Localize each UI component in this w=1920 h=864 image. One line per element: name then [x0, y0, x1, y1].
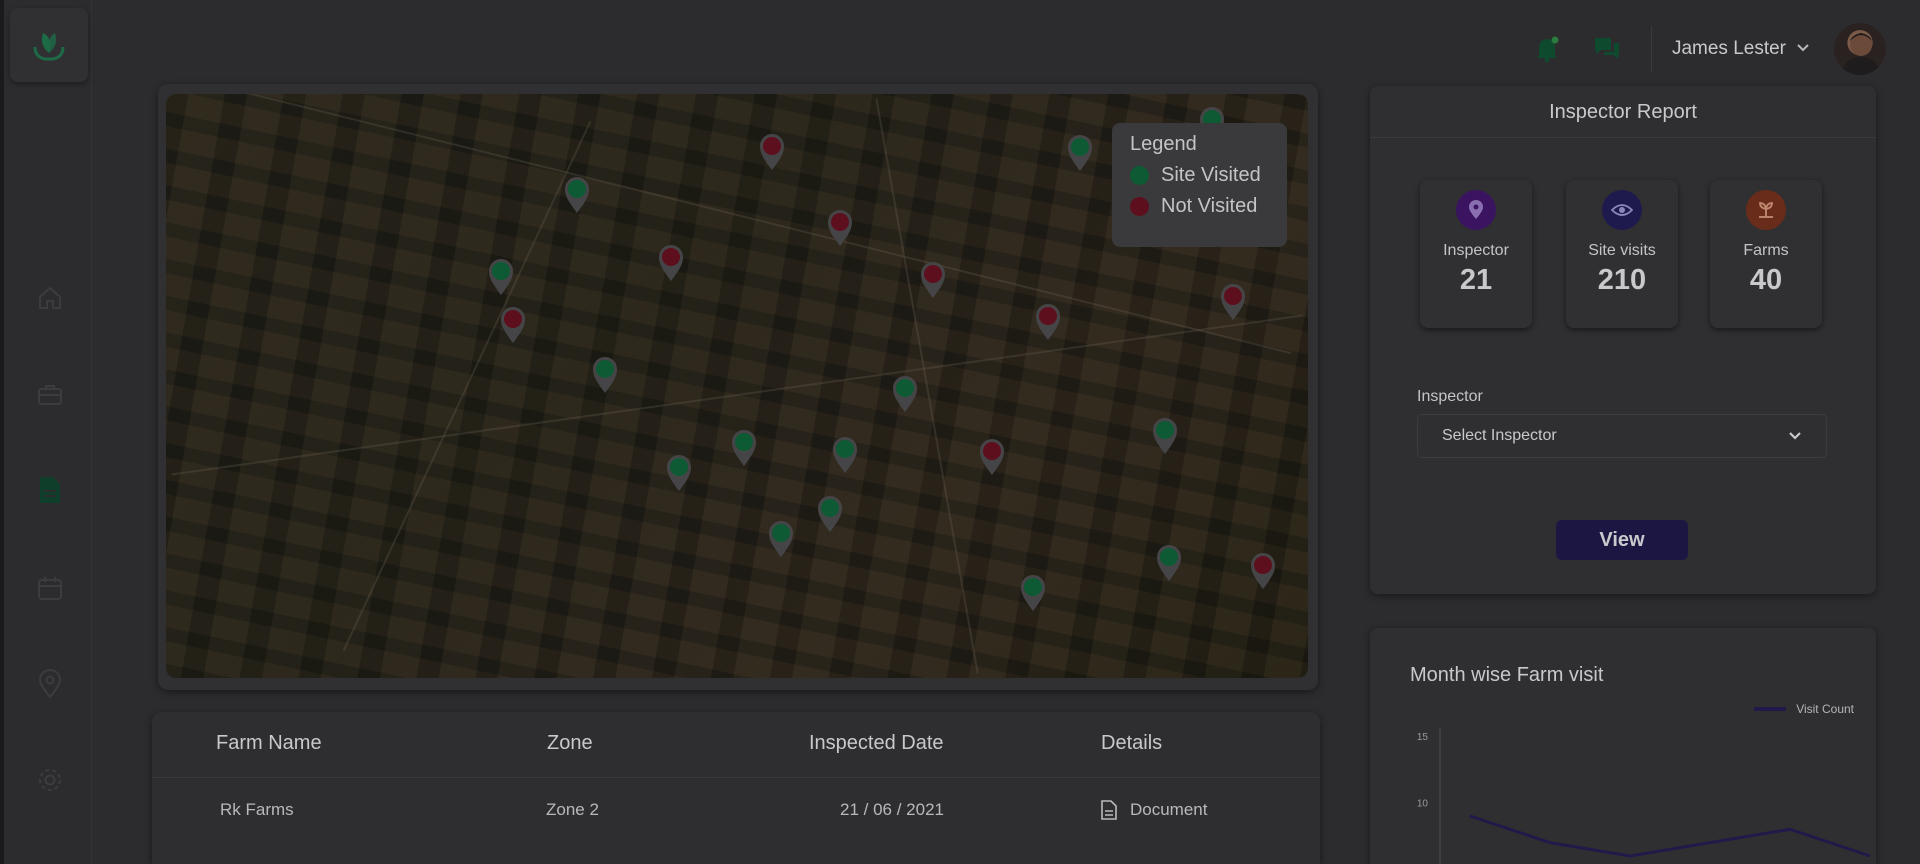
- not-visited-pin-icon[interactable]: [825, 207, 855, 247]
- sidebar: [0, 0, 92, 864]
- legend-not-visited-label: Not Visited: [1161, 195, 1258, 217]
- stat-value: 21: [1459, 264, 1493, 296]
- visited-pin-icon[interactable]: [815, 493, 845, 533]
- legend-item-not-visited: Not Visited: [1130, 195, 1269, 218]
- stat-card-site-visits: Site visits 210: [1566, 180, 1678, 328]
- user-name[interactable]: James Lester: [1672, 38, 1786, 60]
- settings-icon[interactable]: [32, 762, 68, 798]
- not-visited-pin-icon[interactable]: [918, 259, 948, 299]
- cell-date: 21 / 06 / 2021: [840, 800, 944, 819]
- visited-pin-icon[interactable]: [486, 256, 516, 296]
- briefcase-icon[interactable]: [32, 376, 68, 412]
- map-road: [342, 120, 592, 652]
- calendar-icon[interactable]: [32, 570, 68, 606]
- inspector-select[interactable]: Select Inspector: [1417, 414, 1827, 458]
- chevron-down-icon[interactable]: [1796, 40, 1810, 58]
- not-visited-pin-icon[interactable]: [1033, 301, 1063, 341]
- stat-value: 210: [1597, 264, 1647, 296]
- visited-pin-icon[interactable]: [1150, 415, 1180, 455]
- select-value: Select Inspector: [1442, 427, 1557, 444]
- visited-pin-icon[interactable]: [729, 427, 759, 467]
- stat-card-farms: Farms 40: [1710, 180, 1822, 328]
- not-visited-pin-icon[interactable]: [498, 304, 528, 344]
- cell-details: Document: [1130, 800, 1208, 819]
- y-tick-label: 10: [1417, 799, 1429, 810]
- not-visited-pin-icon[interactable]: [1248, 550, 1278, 590]
- chat-icon[interactable]: [1591, 33, 1623, 65]
- not-visited-pin-icon[interactable]: [977, 436, 1007, 476]
- inspection-table: Farm Name Zone Inspected Date Details Rk…: [152, 712, 1320, 864]
- view-button[interactable]: View: [1556, 520, 1688, 560]
- file-icon: [1101, 800, 1117, 820]
- visited-pin-icon[interactable]: [1065, 132, 1095, 172]
- eye-icon: [1602, 190, 1642, 230]
- col-zone: Zone: [547, 732, 593, 754]
- series-line: [1469, 814, 1871, 858]
- visited-pin-icon[interactable]: [890, 373, 920, 413]
- table-header: Farm Name Zone Inspected Date Details: [152, 712, 1320, 778]
- stat-label: Inspector: [1443, 242, 1509, 259]
- stat-label: Farms: [1743, 242, 1789, 259]
- document-link[interactable]: Document: [1100, 800, 1207, 820]
- legend-item-visited: Site Visited: [1130, 164, 1269, 187]
- leaf-hands-icon: [33, 33, 65, 61]
- month-visit-chart-card: Month wise Farm visit Visit Count 15 10: [1370, 628, 1876, 864]
- col-details: Details: [1101, 732, 1163, 754]
- y-tick-label: 15: [1417, 732, 1429, 743]
- legend-visited-label: Site Visited: [1161, 164, 1261, 186]
- stat-label: Site visits: [1588, 242, 1656, 259]
- home-icon[interactable]: [32, 280, 68, 316]
- visited-pin-icon[interactable]: [1154, 542, 1184, 582]
- document-icon[interactable]: [32, 472, 68, 508]
- report-title: Inspector Report: [1549, 101, 1697, 123]
- visited-pin-icon[interactable]: [766, 518, 796, 558]
- chevron-down-icon: [1789, 432, 1801, 440]
- not-visited-pin-icon[interactable]: [757, 131, 787, 171]
- bell-icon[interactable]: [1531, 33, 1563, 65]
- map-legend: Legend Site Visited Not Visited: [1112, 123, 1287, 247]
- visited-pin-icon[interactable]: [590, 354, 620, 394]
- visited-dot-icon: [1130, 166, 1149, 185]
- report-header: Inspector Report: [1370, 86, 1876, 138]
- pin-icon: [1456, 190, 1496, 230]
- inspector-report-card: Inspector Report Inspector 21 Site visit…: [1370, 86, 1876, 594]
- visited-pin-icon[interactable]: [830, 434, 860, 474]
- legend-title: Legend: [1130, 133, 1197, 155]
- cell-zone: Zone 2: [546, 800, 599, 819]
- location-icon[interactable]: [32, 666, 68, 702]
- not-visited-pin-icon[interactable]: [1218, 281, 1248, 321]
- stat-value: 40: [1749, 264, 1783, 296]
- visited-pin-icon[interactable]: [664, 452, 694, 492]
- not-visited-pin-icon[interactable]: [656, 242, 686, 282]
- avatar[interactable]: [1834, 23, 1886, 75]
- header-divider: [1650, 26, 1652, 72]
- visited-pin-icon[interactable]: [1018, 572, 1048, 612]
- col-farm-name: Farm Name: [216, 732, 322, 754]
- app-logo[interactable]: [10, 8, 88, 82]
- top-header: James Lester: [1531, 22, 1886, 76]
- stat-card-inspector: Inspector 21: [1420, 180, 1532, 328]
- visited-pin-icon[interactable]: [562, 174, 592, 214]
- inspector-field-label: Inspector: [1417, 388, 1483, 405]
- line-chart: 1510: [1417, 728, 1871, 864]
- not-visited-dot-icon: [1130, 197, 1149, 216]
- cell-farm: Rk Farms: [220, 800, 294, 819]
- sprout-icon: [1746, 190, 1786, 230]
- col-inspected-date: Inspected Date: [809, 732, 944, 754]
